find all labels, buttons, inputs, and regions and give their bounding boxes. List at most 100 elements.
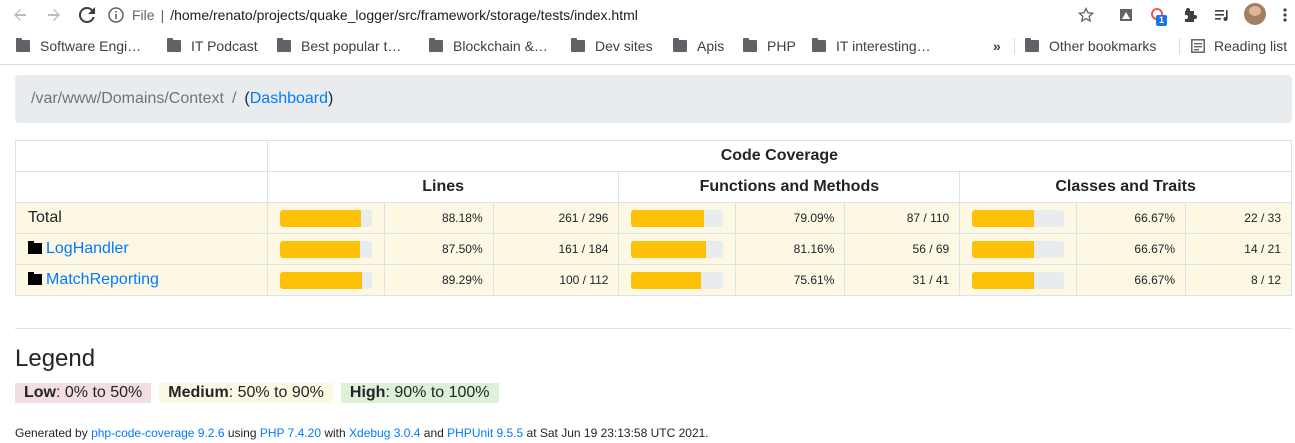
lines-percent: 87.50% <box>383 233 494 265</box>
classes-count: 14 / 21 <box>1185 233 1292 265</box>
folder-icon <box>571 38 585 52</box>
reading-list-button[interactable]: Reading list <box>1191 31 1287 61</box>
extension-flag-button[interactable] <box>1114 3 1138 27</box>
classes-percent: 66.67% <box>1076 264 1187 296</box>
bookmark-folder-it-interesting[interactable]: IT interesting… <box>812 31 931 61</box>
legend-medium: Medium: 50% to 90% <box>159 383 333 403</box>
legend-medium-range: : 50% to 90% <box>228 384 324 401</box>
reload-button[interactable] <box>75 3 99 27</box>
functions-bar-cell <box>618 264 737 296</box>
star-icon <box>1078 7 1094 23</box>
legend-low: Low: 0% to 50% <box>15 383 152 403</box>
legend-low-label: Low <box>24 384 56 401</box>
back-button[interactable] <box>8 3 32 27</box>
legend-high-label: High <box>349 384 386 401</box>
folder-icon <box>28 241 42 254</box>
phpunit-link[interactable]: PHPUnit 9.5.5 <box>447 426 523 440</box>
directory-link[interactable]: LogHandler <box>46 240 129 257</box>
forward-button[interactable] <box>42 3 66 27</box>
bookmarks-bar: Software Engi… IT Podcast Best popular t… <box>0 31 1295 61</box>
footer-using: using <box>224 426 260 440</box>
file-label: File <box>132 7 155 23</box>
functions-count: 31 / 41 <box>844 264 961 296</box>
bookmark-folder-best-popular[interactable]: Best popular t… <box>277 31 401 61</box>
coverage-row: MatchReporting 89.29% 100 / 112 75.61% 31 / … <box>15 264 1292 296</box>
bookmark-label: Best popular t… <box>301 38 402 54</box>
xdebug-link[interactable]: Xdebug 3.0.4 <box>349 426 420 440</box>
lines-progress-bar <box>279 209 372 227</box>
lines-header: Lines <box>266 171 620 203</box>
functions-progress-bar <box>631 271 724 289</box>
folder-icon <box>429 38 443 52</box>
functions-progress-bar <box>631 240 724 258</box>
bookmark-folder-dev-sites[interactable]: Dev sites <box>571 31 653 61</box>
code-coverage-header: Code Coverage <box>266 140 1293 172</box>
functions-count: 87 / 110 <box>844 202 961 234</box>
php-code-coverage-link[interactable]: php-code-coverage 9.2.6 <box>91 426 224 440</box>
footer: Generated by php-code-coverage 9.2.6 usi… <box>15 426 709 440</box>
forward-arrow-icon <box>48 9 60 21</box>
info-icon <box>108 7 124 23</box>
functions-progress-fill <box>631 240 707 258</box>
bookmark-folder-blockchain[interactable]: Blockchain &… <box>429 31 548 61</box>
legend-high-range: : 90% to 100% <box>385 384 490 401</box>
section-divider <box>15 328 1292 329</box>
reading-list-icon <box>1191 39 1205 53</box>
extension-notify-button[interactable]: 1 <box>1146 3 1170 27</box>
row-name-cell: Total <box>15 202 268 234</box>
reload-icon <box>79 7 95 23</box>
playlist-icon <box>1215 10 1228 21</box>
footer-with: with <box>321 426 350 440</box>
classes-bar-cell <box>959 264 1078 296</box>
lines-progress-fill <box>279 209 361 227</box>
folder-icon <box>16 38 30 52</box>
classes-progress-bar <box>972 271 1065 289</box>
functions-progress-fill <box>631 271 702 289</box>
extension-badge: 1 <box>1156 15 1167 26</box>
functions-bar-cell <box>618 202 737 234</box>
footer-date: at Sat Jun 19 23:13:58 UTC 2021. <box>523 426 709 440</box>
functions-progress-bar <box>631 209 724 227</box>
lines-bar-cell <box>266 233 385 265</box>
folder-icon <box>673 38 687 52</box>
empty-header <box>15 140 268 172</box>
lines-count: 100 / 112 <box>492 264 620 296</box>
profile-avatar[interactable] <box>1244 3 1266 25</box>
coverage-row: LogHandler 87.50% 161 / 184 81.16% 56 / 69 66… <box>15 233 1292 265</box>
media-control-button[interactable] <box>1210 3 1234 27</box>
bookmark-folder-it-podcast[interactable]: IT Podcast <box>167 31 258 61</box>
functions-percent: 81.16% <box>735 233 846 265</box>
lines-progress-fill <box>279 271 362 289</box>
bookmark-folder-php[interactable]: PHP <box>743 31 796 61</box>
functions-percent: 75.61% <box>735 264 846 296</box>
bookmark-label: PHP <box>767 38 796 54</box>
legend: Low: 0% to 50% Medium: 50% to 90% High: … <box>15 383 507 403</box>
legend-medium-label: Medium <box>168 384 229 401</box>
back-arrow-icon <box>14 9 26 21</box>
other-bookmarks-folder[interactable]: Other bookmarks <box>1025 31 1156 61</box>
bookmark-label: Software Engi… <box>40 38 142 54</box>
more-bookmarks-button[interactable]: » <box>993 31 1001 61</box>
folder-icon <box>743 38 757 52</box>
bookmark-folder-apis[interactable]: Apis <box>673 31 724 61</box>
flag-extension-icon <box>1120 9 1132 21</box>
url-text[interactable]: /home/renato/projects/quake_logger/src/f… <box>170 7 638 23</box>
extensions-button[interactable] <box>1178 3 1202 27</box>
bookmark-folder-software-engi[interactable]: Software Engi… <box>16 31 141 61</box>
bookmark-label: Other bookmarks <box>1049 38 1157 54</box>
dashboard-link[interactable]: Dashboard <box>250 90 328 108</box>
browser-menu-button[interactable] <box>1273 3 1295 27</box>
php-link[interactable]: PHP 7.4.20 <box>260 426 321 440</box>
browser-chrome-border <box>0 64 1295 65</box>
lines-progress-bar <box>279 240 372 258</box>
breadcrumb-separator: / <box>231 90 237 107</box>
bookmark-star-button[interactable] <box>1074 3 1098 27</box>
legend-title: Legend <box>15 345 96 372</box>
bookmark-label: IT Podcast <box>191 38 258 54</box>
classes-bar-cell <box>959 202 1078 234</box>
bookmark-label: IT interesting… <box>836 38 931 54</box>
functions-percent: 79.09% <box>735 202 846 234</box>
address-bar[interactable]: File | /home/renato/projects/quake_logge… <box>108 0 638 30</box>
folder-icon <box>167 38 181 52</box>
directory-link[interactable]: MatchReporting <box>46 271 159 288</box>
